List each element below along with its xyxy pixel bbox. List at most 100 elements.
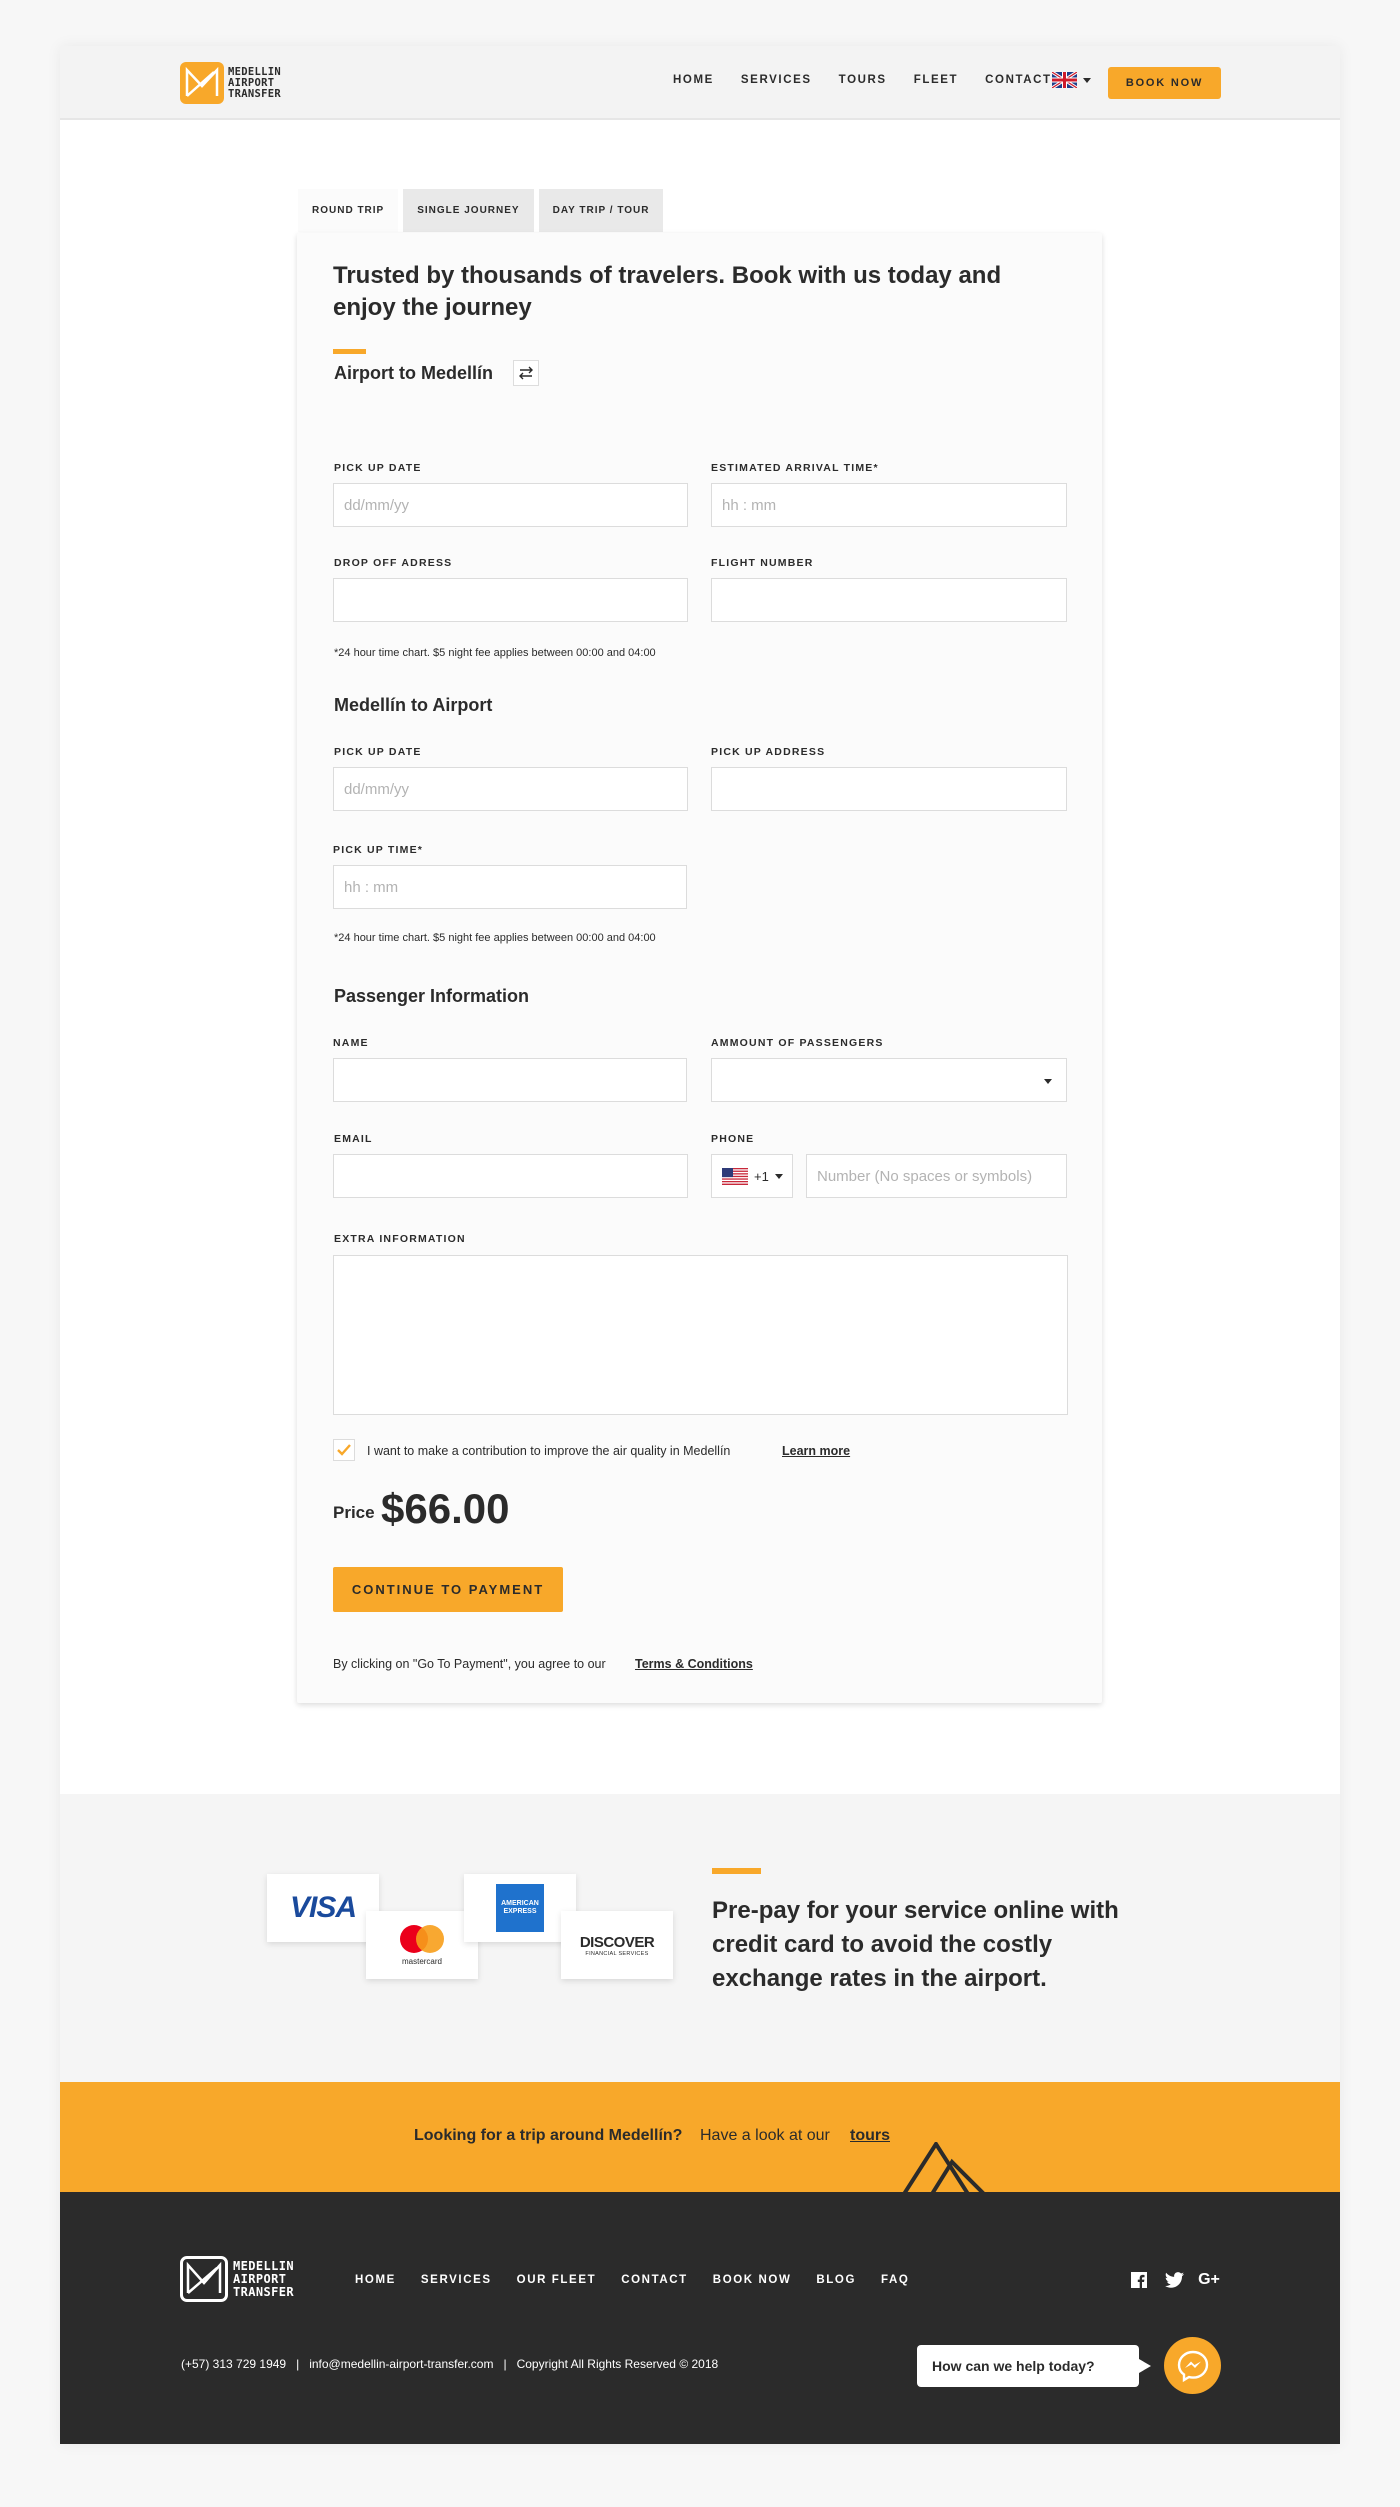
payment-accent-bar — [712, 1868, 761, 1874]
twitter-icon[interactable] — [1164, 2270, 1184, 2290]
email-field[interactable] — [333, 1154, 688, 1198]
footer-nav-faq[interactable]: FAQ — [881, 2274, 909, 2286]
logo-text: MEDELLIN AIRPORT TRANSFER — [228, 66, 281, 100]
return-pickup-date-input[interactable]: dd/mm/yy — [333, 767, 688, 811]
chevron-down-icon — [774, 1173, 783, 1179]
return-pickup-date-label: PICK UP DATE — [334, 746, 422, 758]
google-plus-icon[interactable]: G+ — [1196, 2270, 1222, 2290]
discover-text: DISCOVER — [579, 1933, 655, 1951]
mountain-icon — [902, 2142, 985, 2192]
logo[interactable]: MEDELLIN AIRPORT TRANSFER — [180, 62, 281, 104]
tab-day-trip[interactable]: DAY TRIP / TOUR — [538, 189, 664, 232]
nav-tours[interactable]: TOURS — [839, 74, 887, 86]
trip-type-tabs: ROUND TRIP SINGLE JOURNEY DAY TRIP / TOU… — [298, 189, 668, 232]
nav-services[interactable]: SERVICES — [741, 74, 812, 86]
footer-logo[interactable]: MEDELLIN AIRPORT TRANSFER — [180, 2256, 294, 2302]
payment-promo-text: Pre-pay for your service online with cre… — [712, 1897, 1119, 1992]
footer-nav-book-now[interactable]: BOOK NOW — [713, 2274, 792, 2286]
footer-logo-mark-icon — [180, 2256, 228, 2302]
flight-number-label: FLIGHT NUMBER — [711, 557, 814, 569]
pickup-date-input[interactable]: dd/mm/yy — [333, 483, 688, 527]
chevron-down-icon — [1044, 1079, 1052, 1084]
logo-mark-icon — [180, 62, 224, 104]
language-caret-icon[interactable] — [1083, 78, 1091, 83]
night-fee-note: *24 hour time chart. $5 night fee applie… — [334, 647, 656, 659]
passenger-info-title: Passenger Information — [334, 986, 530, 1006]
tours-link[interactable]: tours — [850, 2127, 890, 2145]
footer-nav-fleet[interactable]: OUR FLEET — [517, 2274, 597, 2286]
footer-nav-home[interactable]: HOME — [355, 2274, 396, 2286]
passenger-amount-label: AMMOUNT OF PASSENGERS — [711, 1037, 884, 1049]
phone-number-input[interactable]: Number (No spaces or symbols) — [806, 1154, 1067, 1198]
book-now-button[interactable]: BOOK NOW — [1108, 67, 1221, 99]
tours-question: Looking for a trip around Medellín? — [414, 2127, 683, 2144]
pickup-address-label: PICK UP ADDRESS — [711, 746, 826, 758]
contribution-label: I want to make a contribution to improve… — [367, 1444, 731, 1458]
uk-flag-icon[interactable] — [1052, 72, 1077, 88]
section-accent-bar — [333, 349, 366, 354]
messenger-icon — [1177, 2350, 1208, 2382]
nav-home[interactable]: HOME — [673, 74, 714, 86]
logo-line-2: AIRPORT — [228, 76, 275, 89]
amex-logo: AMERICAN EXPRESS — [464, 1874, 576, 1942]
nav-contact[interactable]: CONTACT — [985, 74, 1052, 86]
extra-info-label: EXTRA INFORMATION — [334, 1233, 466, 1245]
discover-subtext: FINANCIAL SERVICES — [585, 1950, 649, 1957]
payment-section: VISA mastercard AMERICAN EXPRESS DISCOVE… — [60, 1794, 1340, 2082]
dropoff-address-label: DROP OFF ADRESS — [334, 557, 453, 569]
tours-text: Have a look at our — [700, 2127, 830, 2144]
airport-to-medellin-title: Airport to Medellín — [334, 363, 493, 383]
discover-logo: DISCOVER FINANCIAL SERVICES — [561, 1911, 673, 1979]
footer-logo-line-1: MEDELLIN — [233, 2258, 294, 2273]
pickup-time-input[interactable]: hh : mm — [333, 865, 687, 909]
swap-direction-icon[interactable] — [513, 360, 539, 386]
amex-text: AMERICAN EXPRESS — [496, 1884, 544, 1932]
extra-info-textarea[interactable] — [333, 1255, 1068, 1415]
main-nav: HOME SERVICES TOURS FLEET CONTACT — [673, 74, 1079, 86]
name-label: NAME — [333, 1037, 369, 1049]
footer-nav-blog[interactable]: BLOG — [816, 2274, 856, 2286]
phone-country-select[interactable]: +1 — [711, 1154, 793, 1198]
continue-to-payment-button[interactable]: CONTINUE TO PAYMENT — [333, 1567, 563, 1612]
email-label: EMAIL — [334, 1133, 373, 1145]
discover-mark: DISCOVER FINANCIAL SERVICES — [579, 1933, 655, 1957]
terms-text: By clicking on "Go To Payment", you agre… — [333, 1657, 606, 1671]
footer-nav-contact[interactable]: CONTACT — [621, 2274, 688, 2286]
pickup-date-label: PICK UP DATE — [334, 462, 422, 474]
footer-nav-services[interactable]: SERVICES — [421, 2274, 492, 2286]
return-night-fee-note: *24 hour time chart. $5 night fee applie… — [334, 932, 656, 944]
medellin-to-airport-title: Medellín to Airport — [334, 695, 493, 715]
logo-line-3: TRANSFER — [228, 87, 281, 100]
footer-nav: HOME SERVICES OUR FLEET CONTACT BOOK NOW… — [355, 2274, 934, 2286]
passenger-amount-select[interactable] — [711, 1058, 1067, 1102]
messenger-chat-button[interactable] — [1164, 2337, 1221, 2394]
tours-banner: Looking for a trip around Medellín? Have… — [60, 2082, 1340, 2192]
tab-single-journey[interactable]: SINGLE JOURNEY — [403, 189, 534, 232]
footer-logo-line-2: AIRPORT — [233, 2271, 287, 2286]
tab-round-trip[interactable]: ROUND TRIP — [298, 189, 399, 232]
mastercard-text: mastercard — [401, 1957, 442, 1966]
mastercard-logo: mastercard — [366, 1911, 478, 1979]
facebook-icon[interactable] — [1130, 2270, 1148, 2290]
pickup-address-input[interactable] — [711, 767, 1067, 811]
booking-form-card: Trusted by thousands of travelers. Book … — [297, 233, 1102, 1703]
arrival-time-input[interactable]: hh : mm — [711, 483, 1067, 527]
name-input[interactable] — [333, 1058, 687, 1102]
site-header: MEDELLIN AIRPORT TRANSFER HOME SERVICES … — [60, 46, 1340, 120]
learn-more-link[interactable]: Learn more — [782, 1444, 850, 1458]
nav-fleet[interactable]: FLEET — [914, 74, 958, 86]
checkmark-icon — [337, 1444, 351, 1456]
page: MEDELLIN AIRPORT TRANSFER HOME SERVICES … — [60, 46, 1340, 2444]
phone-code-text: +1 — [754, 1168, 769, 1184]
terms-conditions-link[interactable]: Terms & Conditions — [635, 1657, 753, 1671]
arrival-time-label: ESTIMATED ARRIVAL TIME* — [711, 462, 879, 474]
pickup-time-label: PICK UP TIME* — [333, 844, 424, 856]
visa-text: VISA — [289, 1891, 357, 1924]
contribution-checkbox[interactable] — [333, 1439, 355, 1461]
visa-logo: VISA — [267, 1874, 379, 1942]
dropoff-address-input[interactable] — [333, 578, 688, 622]
flight-number-input[interactable] — [711, 578, 1067, 622]
chat-prompt[interactable]: How can we help today? — [917, 2345, 1151, 2387]
footer-logo-line-3: TRANSFER — [233, 2284, 294, 2299]
footer-contact-info: (+57) 313 729 1949 | info@medellin-airpo… — [181, 2357, 719, 2371]
